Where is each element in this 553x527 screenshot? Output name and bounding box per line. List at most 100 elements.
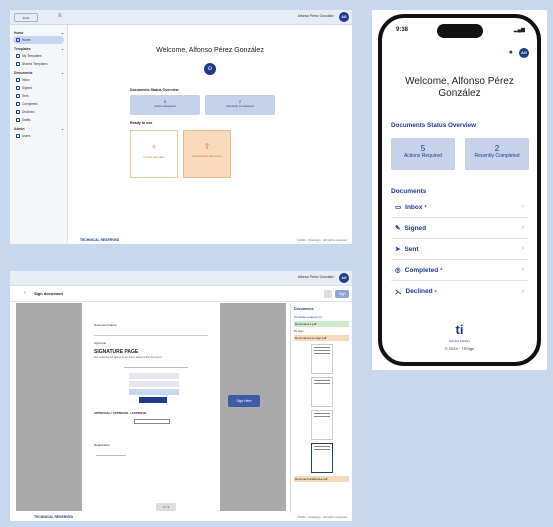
chevron-right-icon: › xyxy=(522,246,524,252)
desktop-dashboard-screen: Fluid ≡ Alfonso Pérez González AG Home ⌄ … xyxy=(10,10,352,244)
signature-field-2[interactable] xyxy=(129,381,179,387)
sidebar-item-my-templates[interactable]: My Templates xyxy=(13,52,64,60)
signed-icon xyxy=(16,86,20,90)
signature-field[interactable] xyxy=(129,373,179,379)
inbox-icon xyxy=(16,78,20,82)
document-viewer: Document Name Approval SIGNATURE PAGE Th… xyxy=(16,303,286,511)
chevron-right-icon: › xyxy=(522,267,524,273)
phone-status-title: Documents Status Overview xyxy=(391,122,477,129)
signature-field-active[interactable] xyxy=(129,389,179,395)
sidebar-section-admin[interactable]: Admin ⌄ xyxy=(14,127,64,131)
sign-header: ‹ Sign document Sign xyxy=(10,286,352,302)
signature-page-heading: SIGNATURE PAGE xyxy=(94,349,139,355)
sign-footer: TECHNICAL RESERVED ©2024 · Fluidsign · A… xyxy=(10,514,352,521)
phone-logo-sub: Technical Solutions xyxy=(448,340,471,343)
menu-icon[interactable]: ≡ xyxy=(58,13,62,19)
phone-stat-recently-completed[interactable]: 2 Recently Completed xyxy=(465,138,529,170)
approval-label: APPROVAL / APPROVAL / APPROVE xyxy=(94,411,147,415)
page-title: Sign document xyxy=(34,291,63,296)
phone-frame: 9:38 ▂▄▆ ● AG Welcome, Alfonso Pérez Gon… xyxy=(378,14,541,366)
phone-item-completed[interactable]: ◎ Completed • › xyxy=(391,260,528,281)
desktop-topbar: Fluid ≡ Alfonso Pérez González AG xyxy=(10,10,352,25)
user-name: Alfonso Pérez González xyxy=(297,275,334,279)
stat-recently-completed[interactable]: 2 Recently Completed xyxy=(205,95,275,115)
notification-dot: • xyxy=(424,204,427,210)
signed-icon: ✎ xyxy=(395,225,401,232)
sidebar-item-inbox[interactable]: Inbox xyxy=(13,76,64,84)
create-template-card[interactable]: + Create template xyxy=(130,130,178,178)
signal-icon: ▂▄▆ xyxy=(513,27,525,33)
sign-topbar: Alfonso Pérez González AG xyxy=(10,271,352,286)
sidebar: Home ⌄ Home Templates ⌄ My Templates Share… xyxy=(10,25,68,244)
send-icon: ➤ xyxy=(395,246,401,253)
phone-item-inbox[interactable]: ▭ Inbox • › xyxy=(391,197,528,218)
phone-item-sent[interactable]: ➤ Sent › xyxy=(391,239,528,260)
send-icon xyxy=(16,94,20,98)
home-icon xyxy=(16,38,20,42)
add-icon: + xyxy=(151,142,157,152)
phone-copyright: © 2024 · TSSign xyxy=(444,346,475,351)
page-navigation[interactable]: 1 / 1 xyxy=(156,503,176,511)
back-arrow-icon[interactable]: ‹ xyxy=(24,290,26,296)
sidebar-item-users[interactable]: Users xyxy=(13,132,64,140)
sidebar-item-shared-templates[interactable]: Shared Templates xyxy=(13,60,64,68)
sidebar-section-templates[interactable]: Templates ⌄ xyxy=(14,47,64,51)
sidebar-item-drafts[interactable]: Drafts xyxy=(13,116,64,124)
notification-dot: • xyxy=(440,267,443,273)
phone-logo: ti xyxy=(455,322,464,337)
sign-here-tag[interactable]: Sign Here xyxy=(228,395,260,407)
users-icon xyxy=(16,134,20,138)
sidebar-section-documents[interactable]: Documents ⌄ xyxy=(14,71,64,75)
sidebar-item-declined[interactable]: Declined xyxy=(13,108,64,116)
sidebar-item-home[interactable]: Home xyxy=(13,36,64,44)
document-page[interactable]: Document Name Approval SIGNATURE PAGE Th… xyxy=(82,303,220,511)
documents-panel: Documents Template-request-(1) Document-… xyxy=(290,303,352,513)
phone-time: 9:38 xyxy=(396,27,409,33)
sidebar-item-completed[interactable]: Completed xyxy=(13,100,64,108)
app-logo: Fluid xyxy=(14,13,38,22)
chevron-right-icon: › xyxy=(522,288,524,295)
check-icon: ◎ xyxy=(395,267,401,274)
user-name: Alfonso Pérez González xyxy=(297,14,334,18)
inbox-icon: ▭ xyxy=(395,204,402,211)
desktop-footer: TECHNICAL RESERVED ©2024 · Fluidsign · A… xyxy=(10,237,352,244)
declined-icon xyxy=(16,110,20,114)
page-thumbnail[interactable] xyxy=(310,410,333,440)
footer-copyright: ©2024 · Fluidsign · All rights reserved xyxy=(296,515,347,519)
page-thumbnail[interactable] xyxy=(310,377,333,407)
dynamic-island xyxy=(437,24,483,38)
check-icon xyxy=(16,102,20,106)
chevron-right-icon: › xyxy=(522,225,524,231)
sidebar-section-home[interactable]: Home ⌄ xyxy=(14,31,64,35)
chevron-right-icon: › xyxy=(522,204,524,210)
phone-stat-action-required[interactable]: 5 Actions Required xyxy=(391,138,455,170)
avatar[interactable]: AG xyxy=(339,12,349,22)
phone-welcome-title: Welcome, Alfonso Pérez González xyxy=(405,76,514,99)
approval-field[interactable] xyxy=(134,419,170,424)
welcome-avatar-icon: ⚇ xyxy=(204,63,216,75)
upload-document-card[interactable]: ⇪ Upload new document xyxy=(183,130,231,178)
template-icon xyxy=(16,54,20,58)
page-thumbnail[interactable] xyxy=(310,344,333,374)
declined-icon: ⋋ xyxy=(395,288,402,296)
zoom-button[interactable] xyxy=(324,290,332,298)
avatar[interactable]: AG xyxy=(339,273,349,283)
footer-copyright: ©2024 · Fluidsign · All rights reserved xyxy=(296,238,347,242)
ready-title: Ready to use xyxy=(130,121,153,125)
phone-avatar[interactable]: AG xyxy=(519,48,529,58)
page-thumbnail-selected[interactable] xyxy=(310,443,333,473)
sidebar-item-sent[interactable]: Sent xyxy=(13,92,64,100)
sign-document-screen: Alfonso Pérez González AG ‹ Sign documen… xyxy=(10,271,352,521)
sidebar-item-signed[interactable]: Signed xyxy=(13,84,64,92)
footer-brand: TECHNICAL RESERVED xyxy=(34,515,74,519)
stat-action-required[interactable]: 5 Action Required xyxy=(130,95,200,115)
bell-icon[interactable]: ● xyxy=(509,49,513,56)
notification-dot: • xyxy=(434,288,437,295)
sign-button[interactable]: Sign xyxy=(335,290,349,298)
phone-item-declined[interactable]: ⋋ Declined • › xyxy=(391,281,528,302)
phone-item-signed[interactable]: ✎ Signed › xyxy=(391,218,528,239)
status-overview-title: Documents Status Overview xyxy=(130,88,179,92)
shared-icon xyxy=(16,62,20,66)
signature-field-selected[interactable] xyxy=(139,397,167,403)
panel-title: Documents xyxy=(294,307,314,311)
